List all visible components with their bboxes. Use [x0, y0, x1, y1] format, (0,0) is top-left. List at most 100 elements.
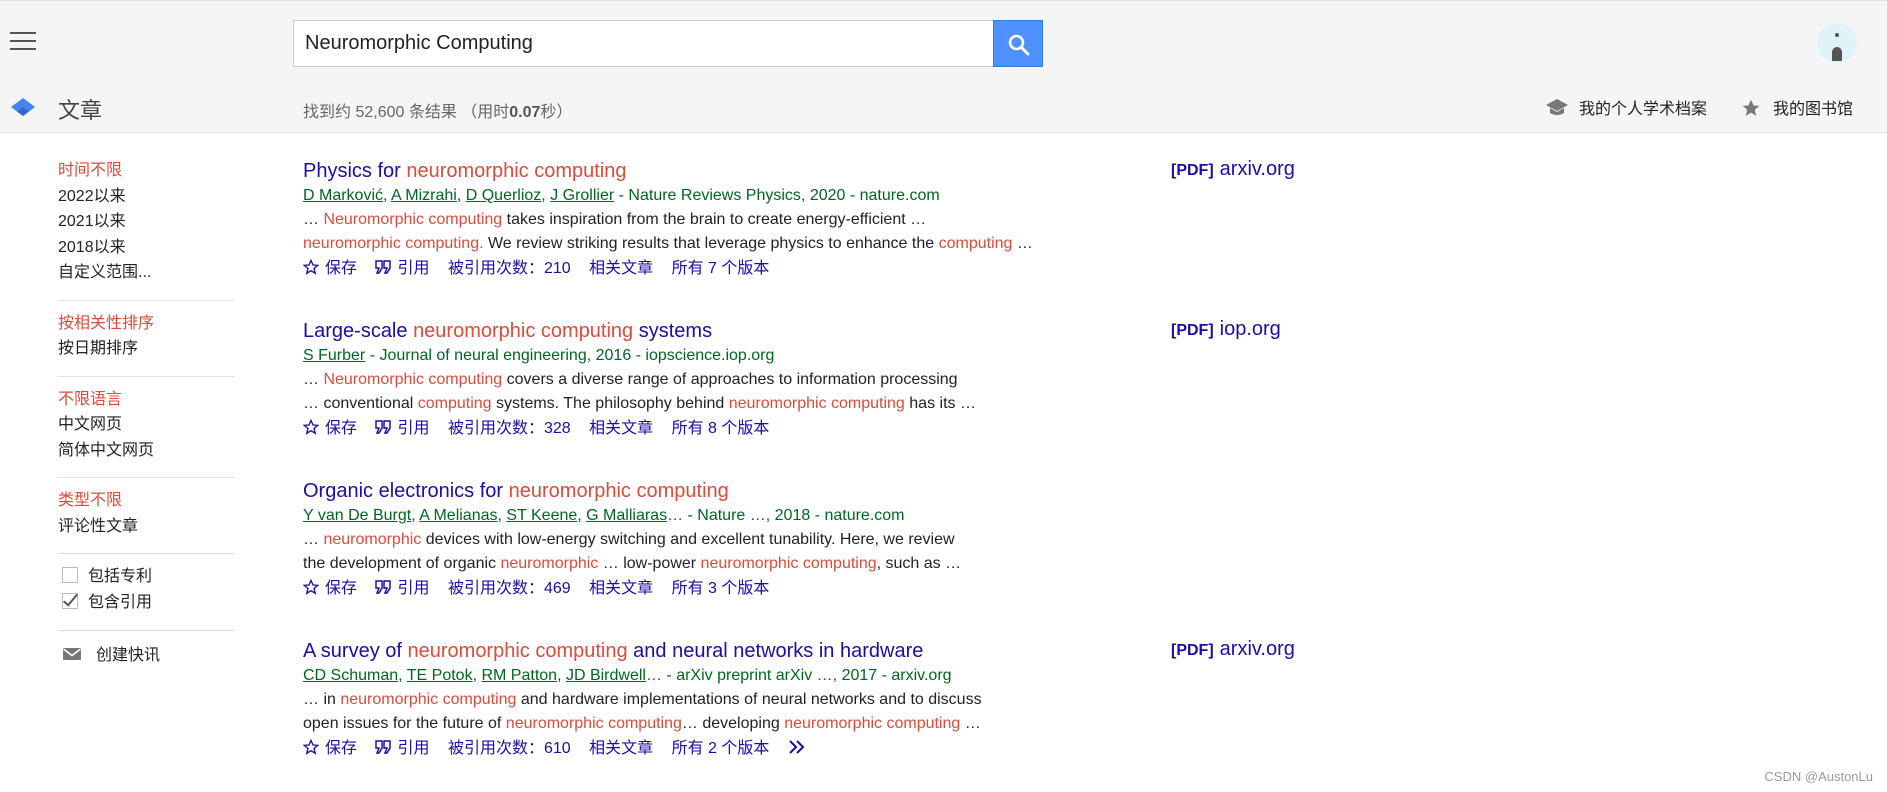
related-articles-link[interactable]: 相关文章	[589, 576, 653, 602]
snippet-text: covers a diverse range of approaches to …	[502, 371, 958, 388]
snippet-highlight: neuromorphic computing.	[303, 235, 484, 252]
result-actions: 保存 引用 被引用次数：328 相关文章 所有 8 个版本	[302, 416, 1503, 442]
result-title-link[interactable]: Large-scale neuromorphic computing syste…	[303, 318, 1503, 344]
include-group: 包括专利 包含引用	[58, 566, 235, 631]
result-item: Organic electronics for neuromorphic com…	[302, 478, 1503, 638]
include-citations-checkbox[interactable]	[62, 592, 78, 609]
quote-icon	[375, 580, 392, 594]
result-authors: S Furber - Journal of neural engineering…	[303, 344, 1503, 368]
my-profile-link[interactable]: 我的个人学术档案	[1545, 95, 1707, 120]
my-library-link[interactable]: 我的图书馆	[1741, 95, 1853, 120]
snippet-text: … developing	[681, 715, 785, 732]
all-versions-link[interactable]: 所有 3 个版本	[672, 576, 770, 602]
include-citations-option[interactable]: 包含引用	[58, 592, 235, 618]
account-avatar[interactable]	[1817, 23, 1857, 63]
sort-by-relevance[interactable]: 按相关性排序	[58, 313, 235, 339]
result-snippet: … Neuromorphic computing takes inspirati…	[303, 208, 1063, 256]
pdf-link[interactable]: [PDF] arxiv.org	[1171, 158, 1295, 181]
result-title-link[interactable]: Organic electronics for neuromorphic com…	[303, 478, 1503, 504]
result-snippet: … in neuromorphic computing and hardware…	[303, 688, 1063, 736]
filter-review-articles[interactable]: 评论性文章	[58, 516, 235, 542]
cite-button[interactable]: 引用	[375, 736, 429, 762]
save-button[interactable]: 保存	[302, 576, 357, 602]
result-snippet: … Neuromorphic computing covers a divers…	[303, 368, 1063, 416]
cite-button[interactable]: 引用	[375, 256, 429, 282]
pdf-site: iop.org	[1219, 318, 1281, 340]
pdf-link[interactable]: [PDF] iop.org	[1171, 318, 1281, 341]
filter-custom-range[interactable]: 自定义范围...	[58, 262, 235, 288]
include-patents-option[interactable]: 包括专利	[58, 566, 235, 592]
pdf-site: arxiv.org	[1219, 158, 1295, 180]
filter-since-2021[interactable]: 2021以来	[58, 211, 235, 237]
author-link[interactable]: D Marković	[303, 187, 383, 204]
watermark: CSDN @AustonLu	[1764, 769, 1873, 784]
sort-group: 按相关性排序 按日期排序	[58, 313, 235, 377]
quote-icon	[375, 740, 392, 754]
more-options-button[interactable]	[788, 736, 812, 762]
result-stats-time: 0.07	[509, 104, 541, 121]
quote-icon	[375, 260, 392, 274]
filter-any-type[interactable]: 类型不限	[58, 490, 235, 516]
title-highlight: neuromorphic computing	[413, 320, 634, 342]
author-link[interactable]: TE Potok	[407, 667, 473, 684]
snippet-highlight: Neuromorphic computing	[323, 371, 503, 388]
filter-any-time[interactable]: 时间不限	[58, 160, 235, 186]
save-label: 保存	[325, 260, 358, 277]
save-button[interactable]: 保存	[302, 416, 357, 442]
cited-by-link[interactable]: 被引用次数：210	[448, 256, 571, 282]
author-link[interactable]: J Grollier	[550, 187, 614, 204]
cite-button[interactable]: 引用	[375, 576, 429, 602]
filter-simplified-chinese-pages[interactable]: 简体中文网页	[58, 440, 235, 466]
scholar-logo-icon[interactable]	[10, 96, 36, 120]
cited-by-link[interactable]: 被引用次数：610	[448, 736, 571, 762]
filter-since-2018[interactable]: 2018以来	[58, 237, 235, 263]
create-alert-label: 创建快讯	[96, 647, 161, 664]
author-link[interactable]: A Melianas	[419, 507, 497, 524]
cite-button[interactable]: 引用	[375, 416, 429, 442]
result-title-link[interactable]: Physics for neuromorphic computing	[303, 158, 1503, 184]
author-link[interactable]: A Mizrahi	[391, 187, 457, 204]
snippet-highlight: neuromorphic computing	[728, 395, 905, 412]
include-patents-checkbox[interactable]	[62, 566, 78, 583]
sort-by-date[interactable]: 按日期排序	[58, 338, 235, 364]
star-icon	[1742, 99, 1760, 116]
language-group: 不限语言 中文网页 简体中文网页	[58, 389, 235, 478]
filter-since-2022[interactable]: 2022以来	[58, 186, 235, 212]
all-versions-link[interactable]: 所有 2 个版本	[672, 736, 770, 762]
related-articles-link[interactable]: 相关文章	[589, 736, 653, 762]
all-versions-link[interactable]: 所有 7 个版本	[672, 256, 770, 282]
author-link[interactable]: ST Keene	[506, 507, 577, 524]
filter-chinese-pages[interactable]: 中文网页	[58, 414, 235, 440]
top-bar	[0, 0, 1887, 81]
all-versions-link[interactable]: 所有 8 个版本	[672, 416, 770, 442]
result-actions: 保存 引用 被引用次数：610 相关文章 所有 2 个版本	[302, 736, 1503, 762]
search-icon	[1008, 34, 1030, 56]
snippet-text: …	[303, 371, 324, 388]
cited-by-link[interactable]: 被引用次数：328	[448, 416, 571, 442]
snippet-highlight: neuromorphic	[500, 555, 599, 572]
type-group: 类型不限 评论性文章	[58, 490, 235, 554]
related-articles-link[interactable]: 相关文章	[589, 416, 653, 442]
author-link[interactable]: RM Patton	[481, 667, 557, 684]
author-link[interactable]: D Querlioz	[466, 187, 542, 204]
title-highlight: neuromorphic computing	[406, 160, 627, 182]
search-button[interactable]	[993, 20, 1043, 67]
save-button[interactable]: 保存	[302, 256, 358, 282]
pdf-link[interactable]: [PDF] arxiv.org	[1171, 638, 1295, 661]
include-patents-label: 包括专利	[88, 568, 153, 585]
create-alert-link[interactable]: 创建快讯	[58, 645, 235, 671]
result-title-link[interactable]: A survey of neuromorphic computing and n…	[303, 638, 1503, 664]
related-articles-link[interactable]: 相关文章	[589, 256, 653, 282]
cited-by-link[interactable]: 被引用次数：469	[448, 576, 571, 602]
author-link[interactable]: JD Birdwell	[566, 667, 646, 684]
author-link[interactable]: S Furber	[303, 347, 365, 364]
author-link[interactable]: G Malliaras	[586, 507, 667, 524]
search-input[interactable]	[293, 20, 994, 67]
hamburger-menu-icon[interactable]	[10, 32, 36, 52]
star-outline-icon	[302, 418, 320, 435]
filter-any-language[interactable]: 不限语言	[58, 389, 235, 415]
result-stats-prefix: 找到约 52,600 条结果 （用时	[303, 104, 510, 121]
author-link[interactable]: CD Schuman	[303, 667, 398, 684]
save-button[interactable]: 保存	[302, 736, 357, 762]
author-link[interactable]: Y van De Burgt	[303, 507, 411, 524]
